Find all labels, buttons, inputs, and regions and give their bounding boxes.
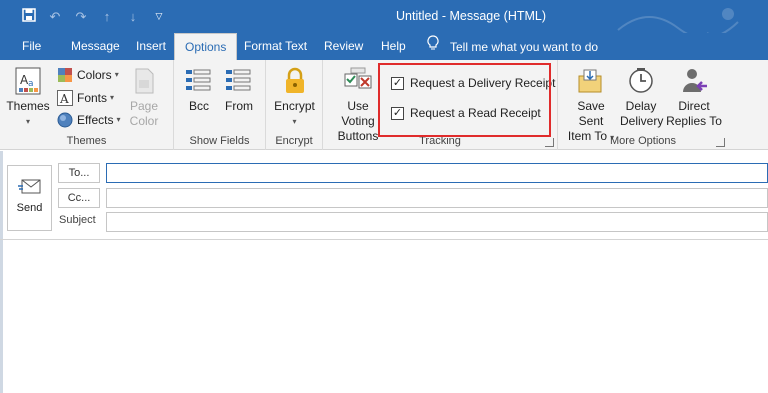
svg-text:a: a: [28, 79, 34, 89]
themes-button[interactable]: Aa Themes ▾: [6, 66, 50, 129]
group-encrypt: Encrypt ▾ Encrypt: [266, 60, 323, 150]
chevron-down-icon: ▾: [114, 70, 119, 79]
group-themes: Aa Themes ▾ Colors ▾ A Fonts ▾ Effects ▾ Pa…: [0, 60, 174, 150]
page-color-button[interactable]: Page Color: [122, 66, 166, 129]
group-label-more-options: More Options: [609, 135, 677, 147]
group-show-fields: Bcc From Show Fields: [174, 60, 266, 150]
colors-button[interactable]: Colors ▾: [57, 65, 119, 85]
quick-access-toolbar: ↶ ↷ ↑ ↓ ▽: [16, 0, 172, 33]
bcc-button[interactable]: Bcc: [184, 66, 214, 114]
title-bar: ↶ ↷ ↑ ↓ ▽ Untitled - Message (HTML): [0, 0, 768, 42]
lock-icon: [280, 66, 310, 96]
delay-delivery-button[interactable]: Delay Delivery: [620, 66, 664, 129]
direct-replies-to-button[interactable]: Direct Replies To: [666, 66, 722, 129]
undo-icon[interactable]: ↶: [42, 9, 68, 25]
tell-me-text: Tell me what you want to do: [450, 40, 599, 54]
themes-icon: Aa: [13, 66, 43, 96]
voting-icon: [343, 66, 373, 96]
direct-label-1: Direct: [678, 99, 710, 113]
send-button[interactable]: Send: [7, 165, 52, 231]
tab-insert[interactable]: Insert: [126, 33, 176, 60]
from-button[interactable]: From: [222, 66, 256, 114]
tracking-highlight-box: [378, 63, 551, 137]
chevron-down-icon: ▾: [292, 117, 297, 126]
subject-label: Subject: [59, 214, 96, 226]
save-sent-item-to-button[interactable]: Save Sent Item To ▾: [564, 66, 618, 145]
chevron-down-icon: ▾: [110, 93, 115, 102]
save-sent-label-1: Save Sent: [577, 99, 605, 128]
chevron-down-icon: ▾: [25, 117, 30, 126]
to-button[interactable]: To...: [58, 163, 100, 183]
customize-qat-icon[interactable]: ▽: [146, 11, 172, 22]
fonts-button[interactable]: A Fonts ▾: [57, 88, 114, 108]
clock-icon: [626, 66, 656, 96]
cc-button[interactable]: Cc...: [58, 188, 100, 208]
from-icon: [224, 66, 254, 96]
cc-field[interactable]: [106, 188, 768, 208]
tell-me-search[interactable]: Tell me what you want to do: [426, 33, 598, 60]
envelope-icon: [17, 178, 42, 196]
tab-format-text[interactable]: Format Text: [234, 33, 317, 60]
send-label: Send: [16, 202, 43, 214]
save-icon[interactable]: [16, 8, 42, 25]
fonts-label: Fonts: [77, 91, 108, 105]
to-field[interactable]: [106, 163, 768, 183]
bcc-icon: [184, 66, 214, 96]
bcc-label: Bcc: [188, 99, 209, 113]
ribbon-tabs: File Message Insert Options Format Text …: [0, 33, 768, 60]
tab-help[interactable]: Help: [371, 33, 416, 60]
svg-text:A: A: [59, 92, 69, 106]
up-arrow-icon[interactable]: ↑: [94, 9, 120, 24]
colors-icon: [57, 67, 73, 83]
delay-label-2: Delivery: [620, 114, 664, 128]
group-more-options: Save Sent Item To ▾ Delay Delivery Direct…: [558, 60, 728, 150]
tab-options[interactable]: Options: [174, 33, 238, 60]
tab-message[interactable]: Message: [61, 33, 130, 60]
down-arrow-icon[interactable]: ↓: [120, 9, 146, 24]
themes-label: Themes: [6, 99, 50, 113]
subject-field[interactable]: [106, 212, 768, 232]
page-color-label-2: Color: [129, 114, 159, 128]
colors-label: Colors: [77, 68, 112, 82]
effects-icon: [57, 112, 73, 128]
encrypt-button[interactable]: Encrypt ▾: [272, 66, 317, 129]
page-color-label-1: Page: [129, 99, 159, 113]
encrypt-label: Encrypt: [274, 99, 315, 113]
group-label-show-fields: Show Fields: [189, 135, 250, 147]
delay-label-1: Delay: [625, 99, 657, 113]
tab-review[interactable]: Review: [314, 33, 373, 60]
effects-label: Effects: [77, 113, 114, 127]
tracking-dialog-launcher-icon[interactable]: [545, 138, 554, 147]
window-title: Untitled - Message (HTML): [396, 9, 547, 23]
group-label-themes: Themes: [66, 135, 107, 147]
tab-file[interactable]: File: [12, 33, 51, 60]
page-color-icon: [129, 66, 159, 96]
effects-button[interactable]: Effects ▾: [57, 110, 120, 130]
group-label-encrypt: Encrypt: [275, 135, 313, 147]
person-arrow-icon: [679, 66, 709, 96]
direct-label-2: Replies To: [666, 114, 722, 128]
compose-area: Send To... Cc... Subject: [0, 151, 768, 393]
redo-icon[interactable]: ↷: [68, 9, 94, 25]
chevron-down-icon: ▾: [116, 115, 121, 124]
lightbulb-icon: [426, 33, 440, 60]
save-sent-icon: [576, 66, 606, 96]
message-body[interactable]: [0, 240, 768, 393]
from-label: From: [225, 99, 253, 113]
more-options-dialog-launcher-icon[interactable]: [716, 138, 725, 147]
fonts-icon: A: [57, 90, 73, 106]
